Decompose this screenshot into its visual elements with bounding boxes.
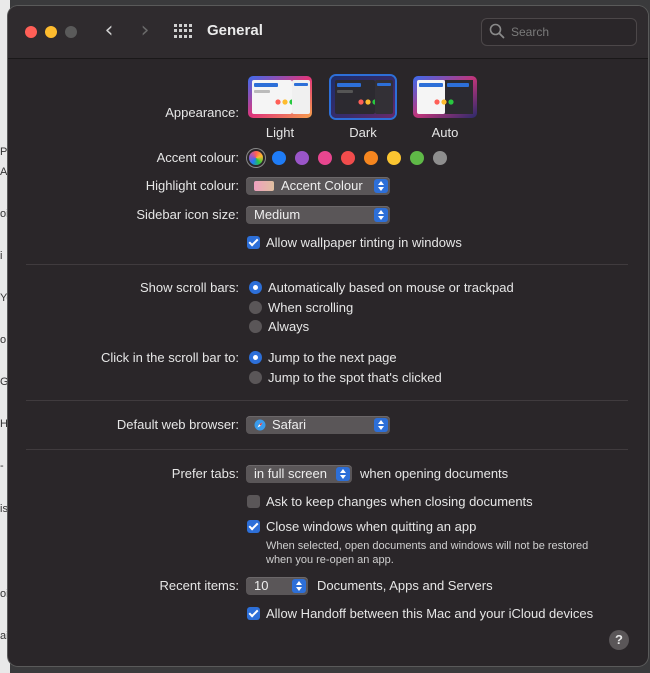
chevron-left-icon[interactable]: ‹ [98,20,120,44]
appearance-auto-thumbnail[interactable] [413,76,477,118]
default-browser-popup[interactable]: Safari [246,416,390,434]
sidebar-icon-size-value: Medium [254,207,301,222]
wallpaper-tinting-label: Allow wallpaper tinting in windows [266,235,462,250]
close-window-button[interactable] [25,26,37,38]
window-title: General [207,22,263,39]
scroll-always-radio[interactable] [249,320,262,333]
close-windows-label: Close windows when quitting an app [266,519,477,534]
default-browser-label: Default web browser: [116,417,239,432]
accent-swatch-yellow[interactable] [387,151,401,165]
close-windows-note: When selected, open documents and window… [266,540,589,552]
appearance-label: Appearance: [165,105,239,120]
prefer-tabs-popup[interactable]: in full screen [246,465,352,483]
accent-swatch-pink[interactable] [318,151,332,165]
appearance-dark-label: Dark [349,125,377,140]
recent-items-popup[interactable]: 10 [246,577,308,595]
background-text: is [0,503,8,515]
accent-swatch-red[interactable] [341,151,355,165]
background-text: i [0,250,3,262]
accent-swatch-blue[interactable] [272,151,286,165]
separator [26,449,628,450]
jump-to-spot-label: Jump to the spot that's clicked [268,370,442,385]
chevron-updown-icon [374,418,388,432]
scroll-always-label: Always [268,319,310,334]
search-placeholder: Search [511,25,550,39]
close-windows-checkbox[interactable] [247,520,260,533]
appearance-auto-label: Auto [431,125,459,140]
show-scroll-bars-label: Show scroll bars: [140,280,239,295]
recent-items-suffix: Documents, Apps and Servers [317,578,493,593]
accent-swatch-purple[interactable] [295,151,309,165]
accent-colour-label: Accent colour: [156,150,239,165]
sidebar-icon-size-popup[interactable]: Medium [246,206,390,224]
handoff-checkbox[interactable] [247,607,260,620]
search-icon [489,23,505,39]
prefer-tabs-value: in full screen [254,466,327,481]
jump-next-page-radio[interactable] [249,351,262,364]
help-button[interactable]: ? [609,630,629,650]
appearance-light-thumbnail[interactable] [248,76,312,118]
chevron-updown-icon [292,579,306,593]
chevron-updown-icon [336,467,350,481]
separator [26,400,628,401]
grid-icon[interactable] [174,24,192,38]
search-field[interactable]: Search [481,18,637,46]
separator [26,264,628,265]
scroll-when-scrolling-radio[interactable] [249,301,262,314]
safari-icon [254,419,266,431]
jump-next-page-label: Jump to the next page [268,350,397,365]
jump-to-spot-radio[interactable] [249,371,262,384]
close-windows-note: when you re-open an app. [266,554,394,566]
background-text: o [0,334,7,346]
zoom-window-button[interactable] [65,26,77,38]
minimize-window-button[interactable] [45,26,57,38]
highlight-colour-popup[interactable]: Accent Colour [246,177,390,195]
accent-swatch-multicolor[interactable] [249,151,263,165]
scroll-automatic-label: Automatically based on mouse or trackpad [268,280,514,295]
background-text: A [0,166,8,178]
general-preferences-window: ‹ › General Search Appearance: Light Dar… [8,6,648,666]
ask-keep-changes-label: Ask to keep changes when closing documen… [266,494,533,509]
recent-items-label: Recent items: [159,578,239,593]
handoff-label: Allow Handoff between this Mac and your … [266,606,594,621]
accent-swatch-orange[interactable] [364,151,378,165]
chevron-right-icon[interactable]: › [134,20,156,44]
highlight-colour-label: Highlight colour: [145,178,239,193]
prefer-tabs-suffix: when opening documents [360,466,509,481]
appearance-light-label: Light [265,125,295,140]
scroll-automatic-radio[interactable] [249,281,262,294]
appearance-dark-thumbnail[interactable] [331,76,395,118]
highlight-swatch-icon [254,181,274,191]
accent-swatch-graphite[interactable] [433,151,447,165]
highlight-colour-value: Accent Colour [281,178,363,193]
recent-items-value: 10 [254,578,269,593]
titlebar: ‹ › General Search [8,6,648,59]
scroll-when-scrolling-label: When scrolling [268,300,354,315]
default-browser-value: Safari [272,417,306,432]
chevron-updown-icon [374,208,388,222]
background-text: H [0,418,8,430]
background-text: - [0,460,4,472]
chevron-updown-icon [374,179,388,193]
accent-swatch-green[interactable] [410,151,424,165]
sidebar-icon-size-label: Sidebar icon size: [136,207,239,222]
click-scroll-bar-label: Click in the scroll bar to: [101,350,239,365]
wallpaper-tinting-checkbox[interactable] [247,236,260,249]
ask-keep-changes-checkbox[interactable] [247,495,260,508]
prefer-tabs-label: Prefer tabs: [171,466,239,481]
